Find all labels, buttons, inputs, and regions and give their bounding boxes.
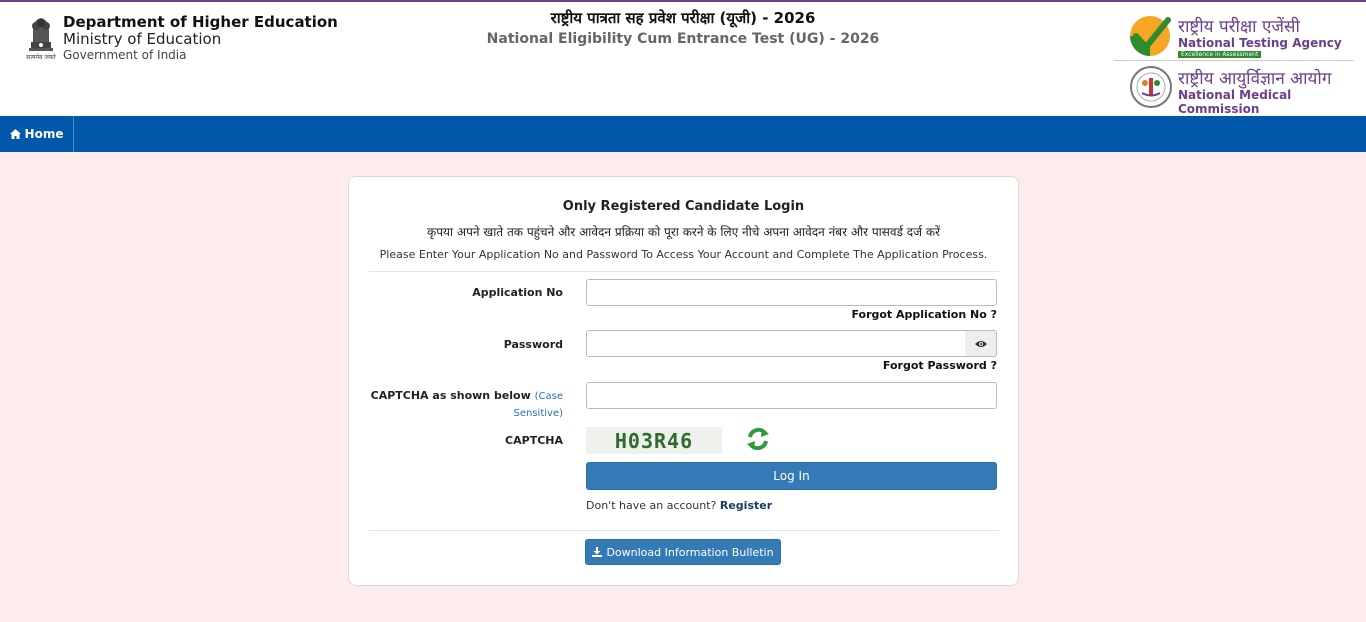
forgot-application-no-link[interactable]: Forgot Application No ? <box>851 308 997 321</box>
divider <box>369 530 999 531</box>
nta-logo: राष्ट्रीय परीक्षा एजेंसी National Testin… <box>1128 10 1354 60</box>
agency-logos: राष्ट्रीय परीक्षा एजेंसी National Testin… <box>1114 4 1354 116</box>
department-block: Department of Higher Education Ministry … <box>63 13 338 63</box>
exam-title-hindi: राष्ट्रीय पात्रता सह प्रवेश परीक्षा (यूज… <box>550 9 816 27</box>
download-bulletin-label: Download Information Bulletin <box>606 545 774 559</box>
login-instruction-english: Please Enter Your Application No and Pas… <box>379 248 988 261</box>
government-name: Government of India <box>63 48 187 62</box>
no-account-text: Don't have an account? <box>586 499 717 512</box>
login-title: Only Registered Candidate Login <box>562 199 805 214</box>
application-no-label: Application No <box>472 286 563 299</box>
emblem-caption: सत्यमेव जयते <box>26 54 56 61</box>
main-nav: Home <box>0 116 1366 152</box>
nmc-seal-icon <box>1130 66 1172 108</box>
nta-tagline: Excellence in Assessment <box>1178 51 1262 58</box>
application-no-input[interactable] <box>586 279 997 306</box>
nta-name-english: National Testing Agency <box>1178 36 1342 50</box>
nta-check-icon <box>1130 16 1171 56</box>
exam-title-english: National Eligibility Cum Entrance Test (… <box>486 31 880 47</box>
eye-icon <box>974 340 987 347</box>
home-icon <box>9 129 21 139</box>
nta-name-hindi: राष्ट्रीय परीक्षा एजेंसी <box>1178 17 1300 37</box>
page-header: सत्यमेव जयते Department of Higher Educat… <box>0 2 1366 116</box>
exam-title: राष्ट्रीय पात्रता सह प्रवेश परीक्षा (यूज… <box>433 8 933 47</box>
captcha-input-label-text: CAPTCHA as shown below <box>370 389 531 402</box>
logo-divider <box>1114 60 1354 61</box>
download-icon <box>592 547 603 557</box>
captcha-input-label: CAPTCHA as shown below (Case Sensitive) <box>369 388 563 422</box>
nmc-logo: राष्ट्रीय आयुर्विज्ञान आयोग National Med… <box>1130 64 1354 116</box>
emblem-icon: सत्यमेव जयते <box>24 12 58 64</box>
captcha-input[interactable] <box>586 382 997 409</box>
login-button[interactable]: Log In <box>586 462 997 490</box>
register-link[interactable]: Register <box>720 499 772 512</box>
nmc-name-english: National Medical Commission <box>1178 88 1292 116</box>
captcha-label: CAPTCHA <box>505 434 563 447</box>
refresh-captcha-button[interactable] <box>745 426 771 452</box>
password-label: Password <box>503 338 563 351</box>
register-line: Don't have an account? Register <box>586 499 772 512</box>
refresh-icon <box>747 427 769 451</box>
nav-home-link[interactable]: Home <box>0 116 74 152</box>
nav-home-label: Home <box>24 127 64 141</box>
ministry-name: Ministry of Education <box>63 30 222 48</box>
captcha-image: H03R46 <box>586 427 722 454</box>
password-input[interactable] <box>586 330 966 357</box>
nmc-name-hindi: राष्ट्रीय आयुर्विज्ञान आयोग <box>1178 69 1332 89</box>
dept-name: Department of Higher Education <box>63 13 338 31</box>
login-instruction-hindi: कृपया अपने खाते तक पहुंचने और आवेदन प्रक… <box>427 225 940 239</box>
toggle-password-button[interactable] <box>965 330 997 357</box>
download-bulletin-button[interactable]: Download Information Bulletin <box>585 539 781 565</box>
forgot-password-link[interactable]: Forgot Password ? <box>883 359 997 372</box>
login-card: Only Registered Candidate Login कृपया अप… <box>348 176 1019 586</box>
divider <box>369 271 999 272</box>
